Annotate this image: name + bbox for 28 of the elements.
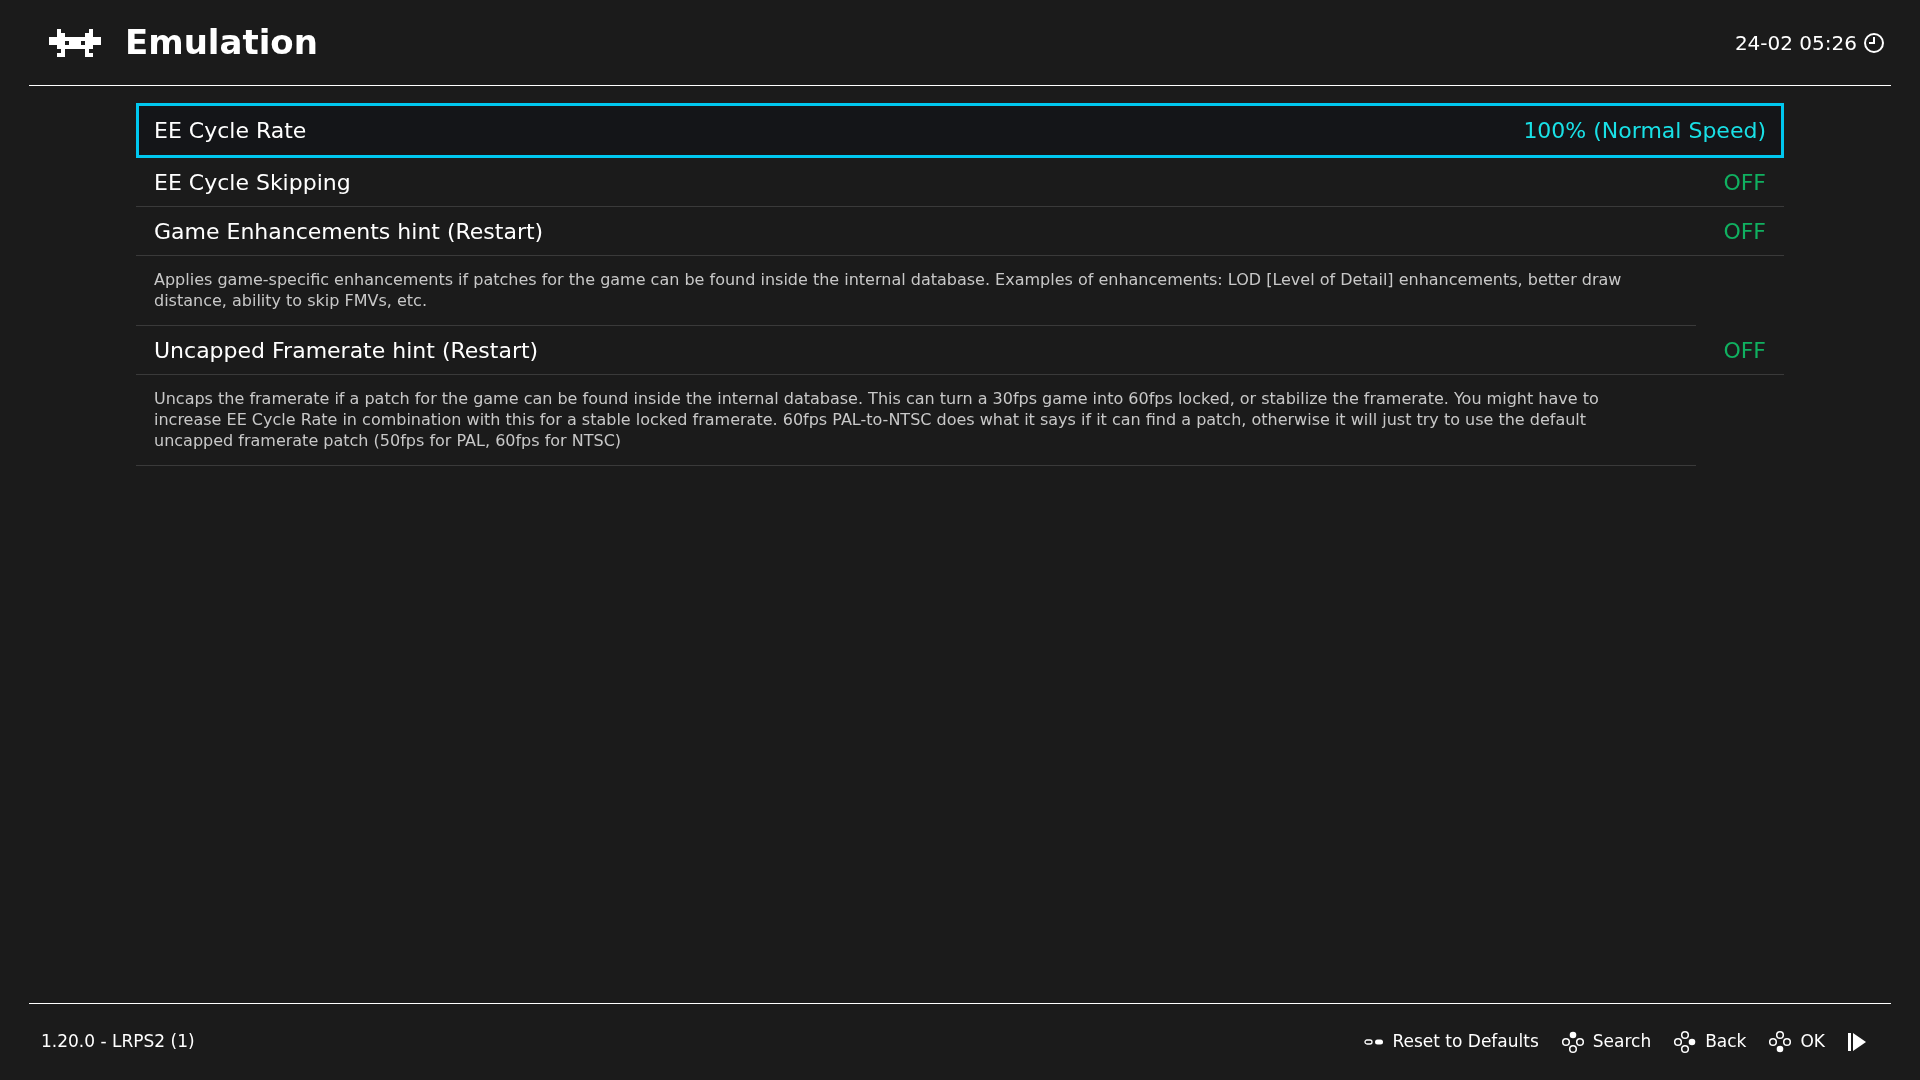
footer-action[interactable]: Reset to Defaults: [1392, 1029, 1539, 1055]
setting-value: OFF: [1723, 217, 1766, 246]
setting-label: Game Enhancements hint (Restart): [154, 217, 544, 246]
clock-text: 24-02 05:26: [1734, 29, 1857, 57]
clock-icon: [1863, 31, 1885, 54]
footer-action[interactable]: Search: [1592, 1029, 1652, 1055]
select-button-icon: [1364, 1038, 1385, 1046]
gamepad-buttons-icon: [1560, 1030, 1585, 1054]
page-title: Emulation: [125, 21, 318, 64]
footer-action[interactable]: Back: [1705, 1029, 1747, 1055]
setting-description: Applies game-specific enhancements if patches for the game can be found inside the internal database. Examples of enhancements: LOD [Level of Detail] enhancements, better draw distance, ability to skip FMVs, etc.: [136, 256, 1696, 326]
setting-value: OFF: [1723, 168, 1766, 197]
play-icon[interactable]: [1847, 1032, 1867, 1052]
footer-action[interactable]: OK: [1800, 1029, 1825, 1055]
setting-label: Uncapped Framerate hint (Restart): [154, 336, 539, 365]
setting-value: 100% (Normal Speed): [1523, 117, 1766, 145]
setting-label: EE Cycle Skipping: [154, 168, 351, 197]
invader-logo-icon: [49, 28, 101, 57]
version-text: 1.20.0 - LRPS2 (1): [40, 1030, 195, 1054]
setting-row[interactable]: Uncapped Framerate hint (Restart) OFF: [136, 326, 1784, 375]
setting-label: EE Cycle Rate: [154, 117, 307, 145]
setting-row[interactable]: Game Enhancements hint (Restart) OFF: [136, 207, 1784, 256]
gamepad-buttons-icon: [1673, 1030, 1698, 1054]
setting-row[interactable]: EE Cycle Rate 100% (Normal Speed): [136, 103, 1784, 158]
gamepad-buttons-icon: [1768, 1030, 1793, 1054]
setting-value: OFF: [1723, 336, 1766, 365]
setting-row[interactable]: EE Cycle Skipping OFF: [136, 158, 1784, 207]
setting-description: Uncaps the framerate if a patch for the game can be found inside the internal database. This can turn a 30fps game into 60fps locked, or stabilize the framerate. You might have to increase EE Cycle Rate in combination with this for a stable locked framerate. 60fps PAL-to-NTSC does what it says if it can find a patch, otherwise it will just try to use the default uncapped framerate patch (50fps for PAL, 60fps for NTSC): [136, 375, 1696, 466]
